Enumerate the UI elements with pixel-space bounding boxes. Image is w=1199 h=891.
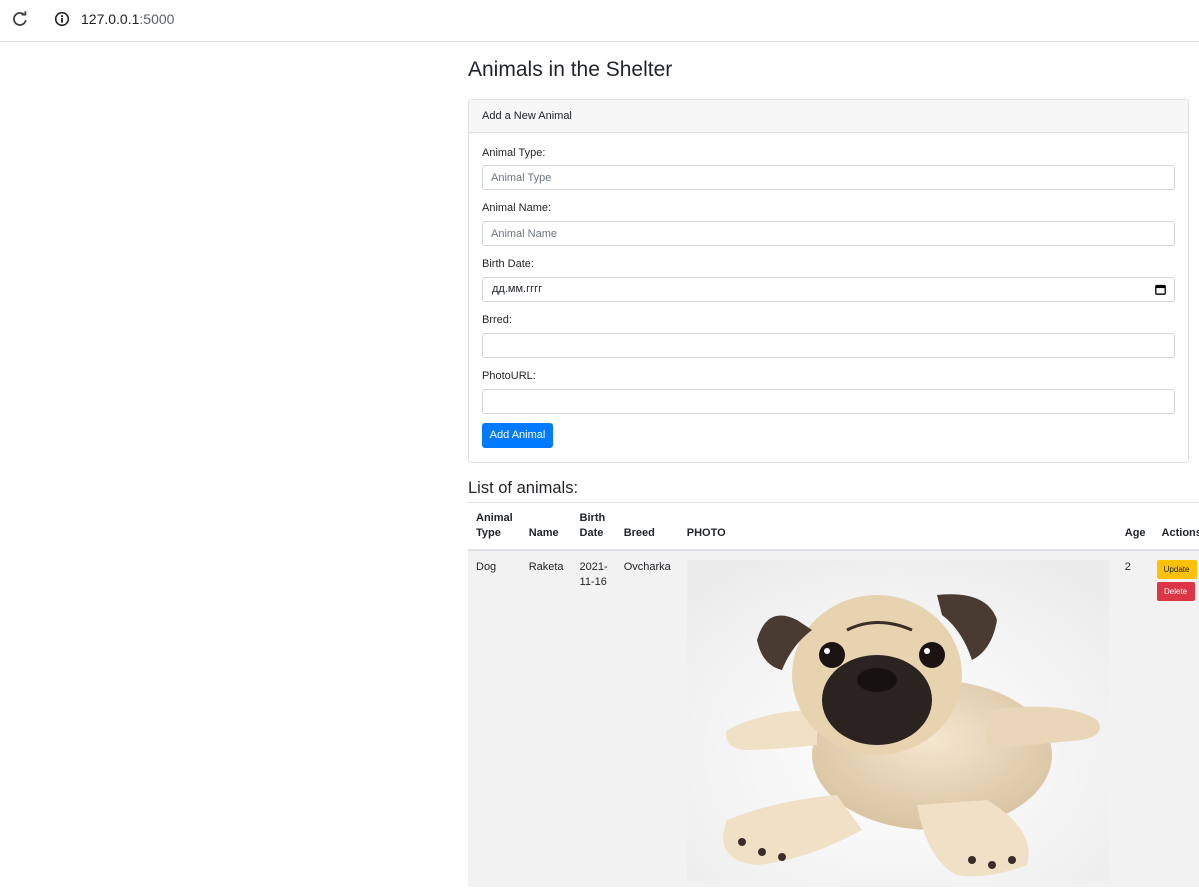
pug-photo: [686, 560, 1109, 881]
column-header-birth-date: Birth Date: [571, 502, 616, 551]
calendar-icon[interactable]: [1155, 284, 1166, 295]
delete-button[interactable]: Delete: [1156, 582, 1195, 601]
cell-photo: [678, 550, 1117, 887]
photo-url-input[interactable]: [482, 389, 1175, 414]
column-header-animal-type: Animal Type: [468, 502, 521, 551]
url-port: :5000: [139, 11, 175, 27]
birth-date-label: Birth Date:: [482, 258, 534, 270]
reload-icon[interactable]: [9, 8, 31, 30]
page-title: Animals in the Shelter: [468, 58, 673, 81]
cell-birth-date: 2021-11-16: [571, 550, 616, 887]
birth-date-input[interactable]: дд.мм.гггг: [482, 277, 1175, 302]
animal-name-label: Animal Name:: [482, 202, 552, 214]
list-title: List of animals:: [468, 479, 579, 497]
update-button[interactable]: Update: [1156, 560, 1197, 579]
cell-name: Raketa: [520, 550, 572, 887]
main-container: Animals in the Shelter Add a New Animal …: [468, 42, 1199, 891]
column-header-breed: Breed: [615, 502, 679, 551]
column-header-age: Age: [1116, 502, 1154, 551]
add-animal-button[interactable]: Add Animal: [482, 423, 553, 448]
url-text: 127.0.0.1:5000: [81, 11, 174, 27]
animals-table: Animal Type Name Birth Date Breed PHOTO …: [468, 502, 1199, 887]
cell-age: 2: [1116, 550, 1154, 887]
column-header-actions: Actions: [1153, 502, 1199, 551]
address-bar[interactable]: 127.0.0.1:5000: [44, 5, 1184, 33]
add-animal-card: Add a New Animal Animal Type: Animal Nam…: [468, 99, 1189, 463]
breed-label: Brred:: [482, 314, 512, 326]
column-header-photo: PHOTO: [678, 502, 1117, 551]
cell-actions: Update Delete: [1153, 550, 1199, 887]
card-header: Add a New Animal: [469, 100, 1188, 133]
url-host: 127.0.0.1: [81, 11, 140, 27]
info-icon[interactable]: [54, 11, 70, 27]
animal-name-input[interactable]: [482, 221, 1175, 246]
column-header-name: Name: [520, 502, 572, 551]
cell-animal-type: Dog: [468, 550, 521, 887]
animal-type-input[interactable]: [482, 165, 1175, 190]
birth-date-placeholder: дд.мм.гггг: [492, 283, 543, 295]
browser-toolbar: 127.0.0.1:5000: [0, 0, 1199, 42]
breed-input[interactable]: [482, 333, 1175, 358]
animal-type-label: Animal Type:: [482, 147, 546, 159]
cell-breed: Ovcharka: [615, 550, 679, 887]
table-row: Dog Raketa 2021-11-16 Ovcharka 2 Update …: [468, 550, 1199, 887]
photo-url-label: PhotoURL:: [482, 370, 536, 382]
table-header-row: Animal Type Name Birth Date Breed PHOTO …: [468, 502, 1199, 551]
